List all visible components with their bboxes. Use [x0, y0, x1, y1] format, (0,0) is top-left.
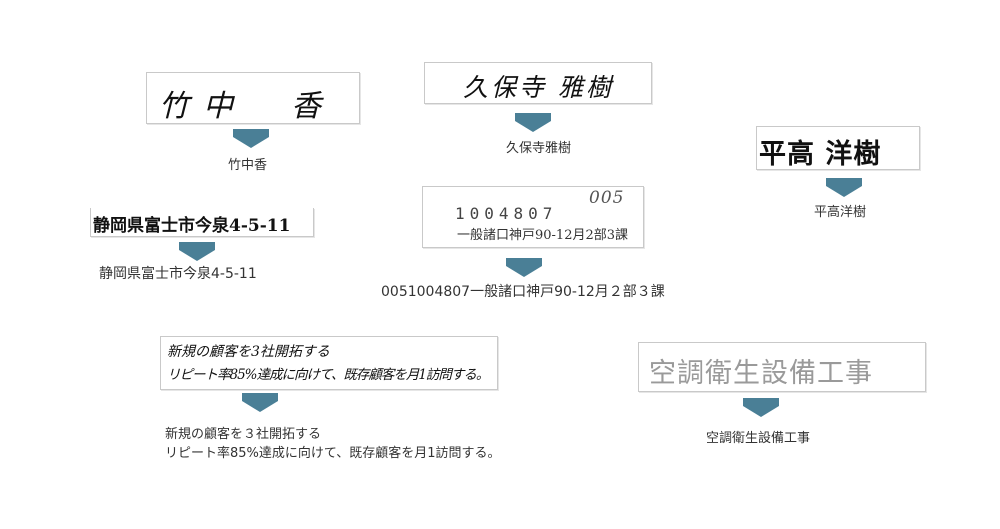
recognized-text: 0051004807一般諸口神戸90-12月２部３課	[381, 284, 665, 300]
handwriting-text: 平高 洋樹	[759, 139, 882, 170]
handwriting-line-1: 新規の顧客を3社開拓する	[167, 344, 330, 360]
handwriting-sample-address: 静岡県富士市今泉4-5-11	[90, 208, 314, 237]
handwriting-sample-name-1: 竹中 香	[146, 72, 360, 124]
recognized-text: 平高洋樹	[814, 205, 867, 220]
arrow-down-icon	[179, 242, 215, 261]
typed-text: 一般諸口神戸90-12月2部3課	[457, 228, 629, 243]
arrow-down-icon	[242, 393, 278, 412]
recognized-text-line-1: 新規の顧客を３社開拓する	[165, 427, 322, 442]
handwriting-sample-mixed: 1004807 一般諸口神戸90-12月2部3課 005	[422, 186, 644, 248]
arrow-down-icon	[506, 258, 542, 277]
recognized-text: 竹中香	[228, 158, 268, 173]
recognized-text: 久保寺雅樹	[506, 141, 572, 156]
arrow-down-icon	[743, 398, 779, 417]
handwritten-code: 005	[589, 188, 625, 208]
recognized-text: 静岡県富士市今泉4-5-11	[99, 266, 257, 282]
handwriting-sample-name-2: 久保寺 雅樹	[424, 62, 652, 104]
handwriting-text: 久保寺 雅樹	[463, 73, 614, 102]
handwriting-sample-name-3: 平高 洋樹	[756, 126, 920, 170]
handwriting-text: 空調衛生設備工事	[649, 358, 873, 389]
handwriting-line-2: リピート率85%達成に向けて、既存顧客を月1訪問する。	[167, 367, 489, 383]
arrow-down-icon	[515, 113, 551, 132]
recognized-text-line-2: リピート率85%達成に向けて、既存顧客を月1訪問する。	[165, 446, 501, 461]
arrow-down-icon	[233, 129, 269, 148]
handwriting-sample-stamp: 空調衛生設備工事	[638, 342, 926, 392]
typed-number: 1004807	[455, 204, 558, 223]
handwriting-sample-memo: 新規の顧客を3社開拓する リピート率85%達成に向けて、既存顧客を月1訪問する。	[160, 336, 498, 390]
handwriting-text: 静岡県富士市今泉4-5-11	[93, 216, 291, 236]
recognized-text: 空調衛生設備工事	[706, 431, 811, 446]
arrow-down-icon	[826, 178, 862, 197]
handwriting-text: 竹中 香	[159, 89, 335, 124]
